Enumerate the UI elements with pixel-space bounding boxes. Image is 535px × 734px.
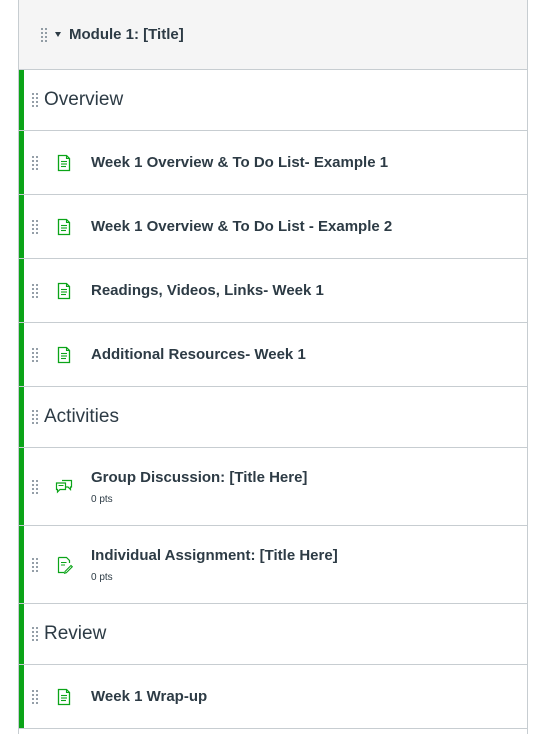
drag-handle-icon[interactable] [32, 283, 38, 298]
drag-handle-icon[interactable] [32, 689, 38, 704]
drag-handle-icon[interactable] [32, 410, 38, 424]
drag-handle-icon[interactable] [32, 627, 38, 641]
drag-handle-icon[interactable] [32, 155, 38, 170]
page-icon [57, 688, 71, 705]
section-header-label: Activities [44, 406, 119, 427]
page-icon [57, 154, 71, 171]
drag-handle-icon[interactable] [32, 93, 38, 107]
item-title-link[interactable]: Additional Resources- Week 1 [91, 346, 306, 363]
section-header-label: Review [44, 623, 107, 644]
module-item[interactable]: Group Discussion: [Title Here] 0 pts [19, 448, 527, 526]
drag-handle-icon[interactable] [41, 27, 47, 42]
item-title-link[interactable]: Week 1 Wrap-up [91, 688, 207, 705]
drag-handle-icon[interactable] [32, 219, 38, 234]
item-points: 0 pts [91, 571, 113, 583]
assignment-icon [57, 556, 74, 574]
module-title: Module 1: [Title] [69, 26, 184, 43]
item-points: 0 pts [91, 493, 113, 505]
module-item[interactable]: Week 1 Wrap-up [19, 665, 527, 729]
item-title-link[interactable]: Readings, Videos, Links- Week 1 [91, 282, 324, 299]
item-title-link[interactable]: Individual Assignment: [Title Here] [91, 547, 338, 564]
module-item[interactable]: Additional Resources- Week 1 [19, 323, 527, 387]
section-header-activities[interactable]: Activities [19, 387, 527, 448]
module-item[interactable]: Individual Assignment: [Title Here] 0 pt… [19, 526, 527, 604]
module-item[interactable]: Readings, Videos, Links- Week 1 [19, 259, 527, 323]
section-header-overview[interactable]: Overview [19, 70, 527, 131]
module-header[interactable]: Module 1: [Title] [19, 0, 527, 70]
section-header-review[interactable]: Review [19, 604, 527, 665]
module-container: Module 1: [Title] Overview Week 1 Overvi… [18, 0, 528, 734]
drag-handle-icon[interactable] [32, 347, 38, 362]
page-icon [57, 282, 71, 299]
discussion-icon [55, 479, 73, 493]
page-icon [57, 218, 71, 235]
module-item[interactable]: Week 1 Overview & To Do List - Example 2 [19, 195, 527, 259]
item-title-link[interactable]: Group Discussion: [Title Here] [91, 469, 307, 486]
drag-handle-icon[interactable] [32, 557, 38, 572]
item-title-link[interactable]: Week 1 Overview & To Do List- Example 1 [91, 154, 388, 171]
section-header-label: Overview [44, 89, 124, 110]
module-item[interactable]: Week 1 Overview & To Do List- Example 1 [19, 131, 527, 195]
page-icon [57, 346, 71, 363]
module-items: Overview Week 1 Overview & To Do List- E… [19, 70, 527, 729]
chevron-down-icon[interactable] [55, 32, 61, 37]
item-title-link[interactable]: Week 1 Overview & To Do List - Example 2 [91, 218, 392, 235]
drag-handle-icon[interactable] [32, 479, 38, 494]
